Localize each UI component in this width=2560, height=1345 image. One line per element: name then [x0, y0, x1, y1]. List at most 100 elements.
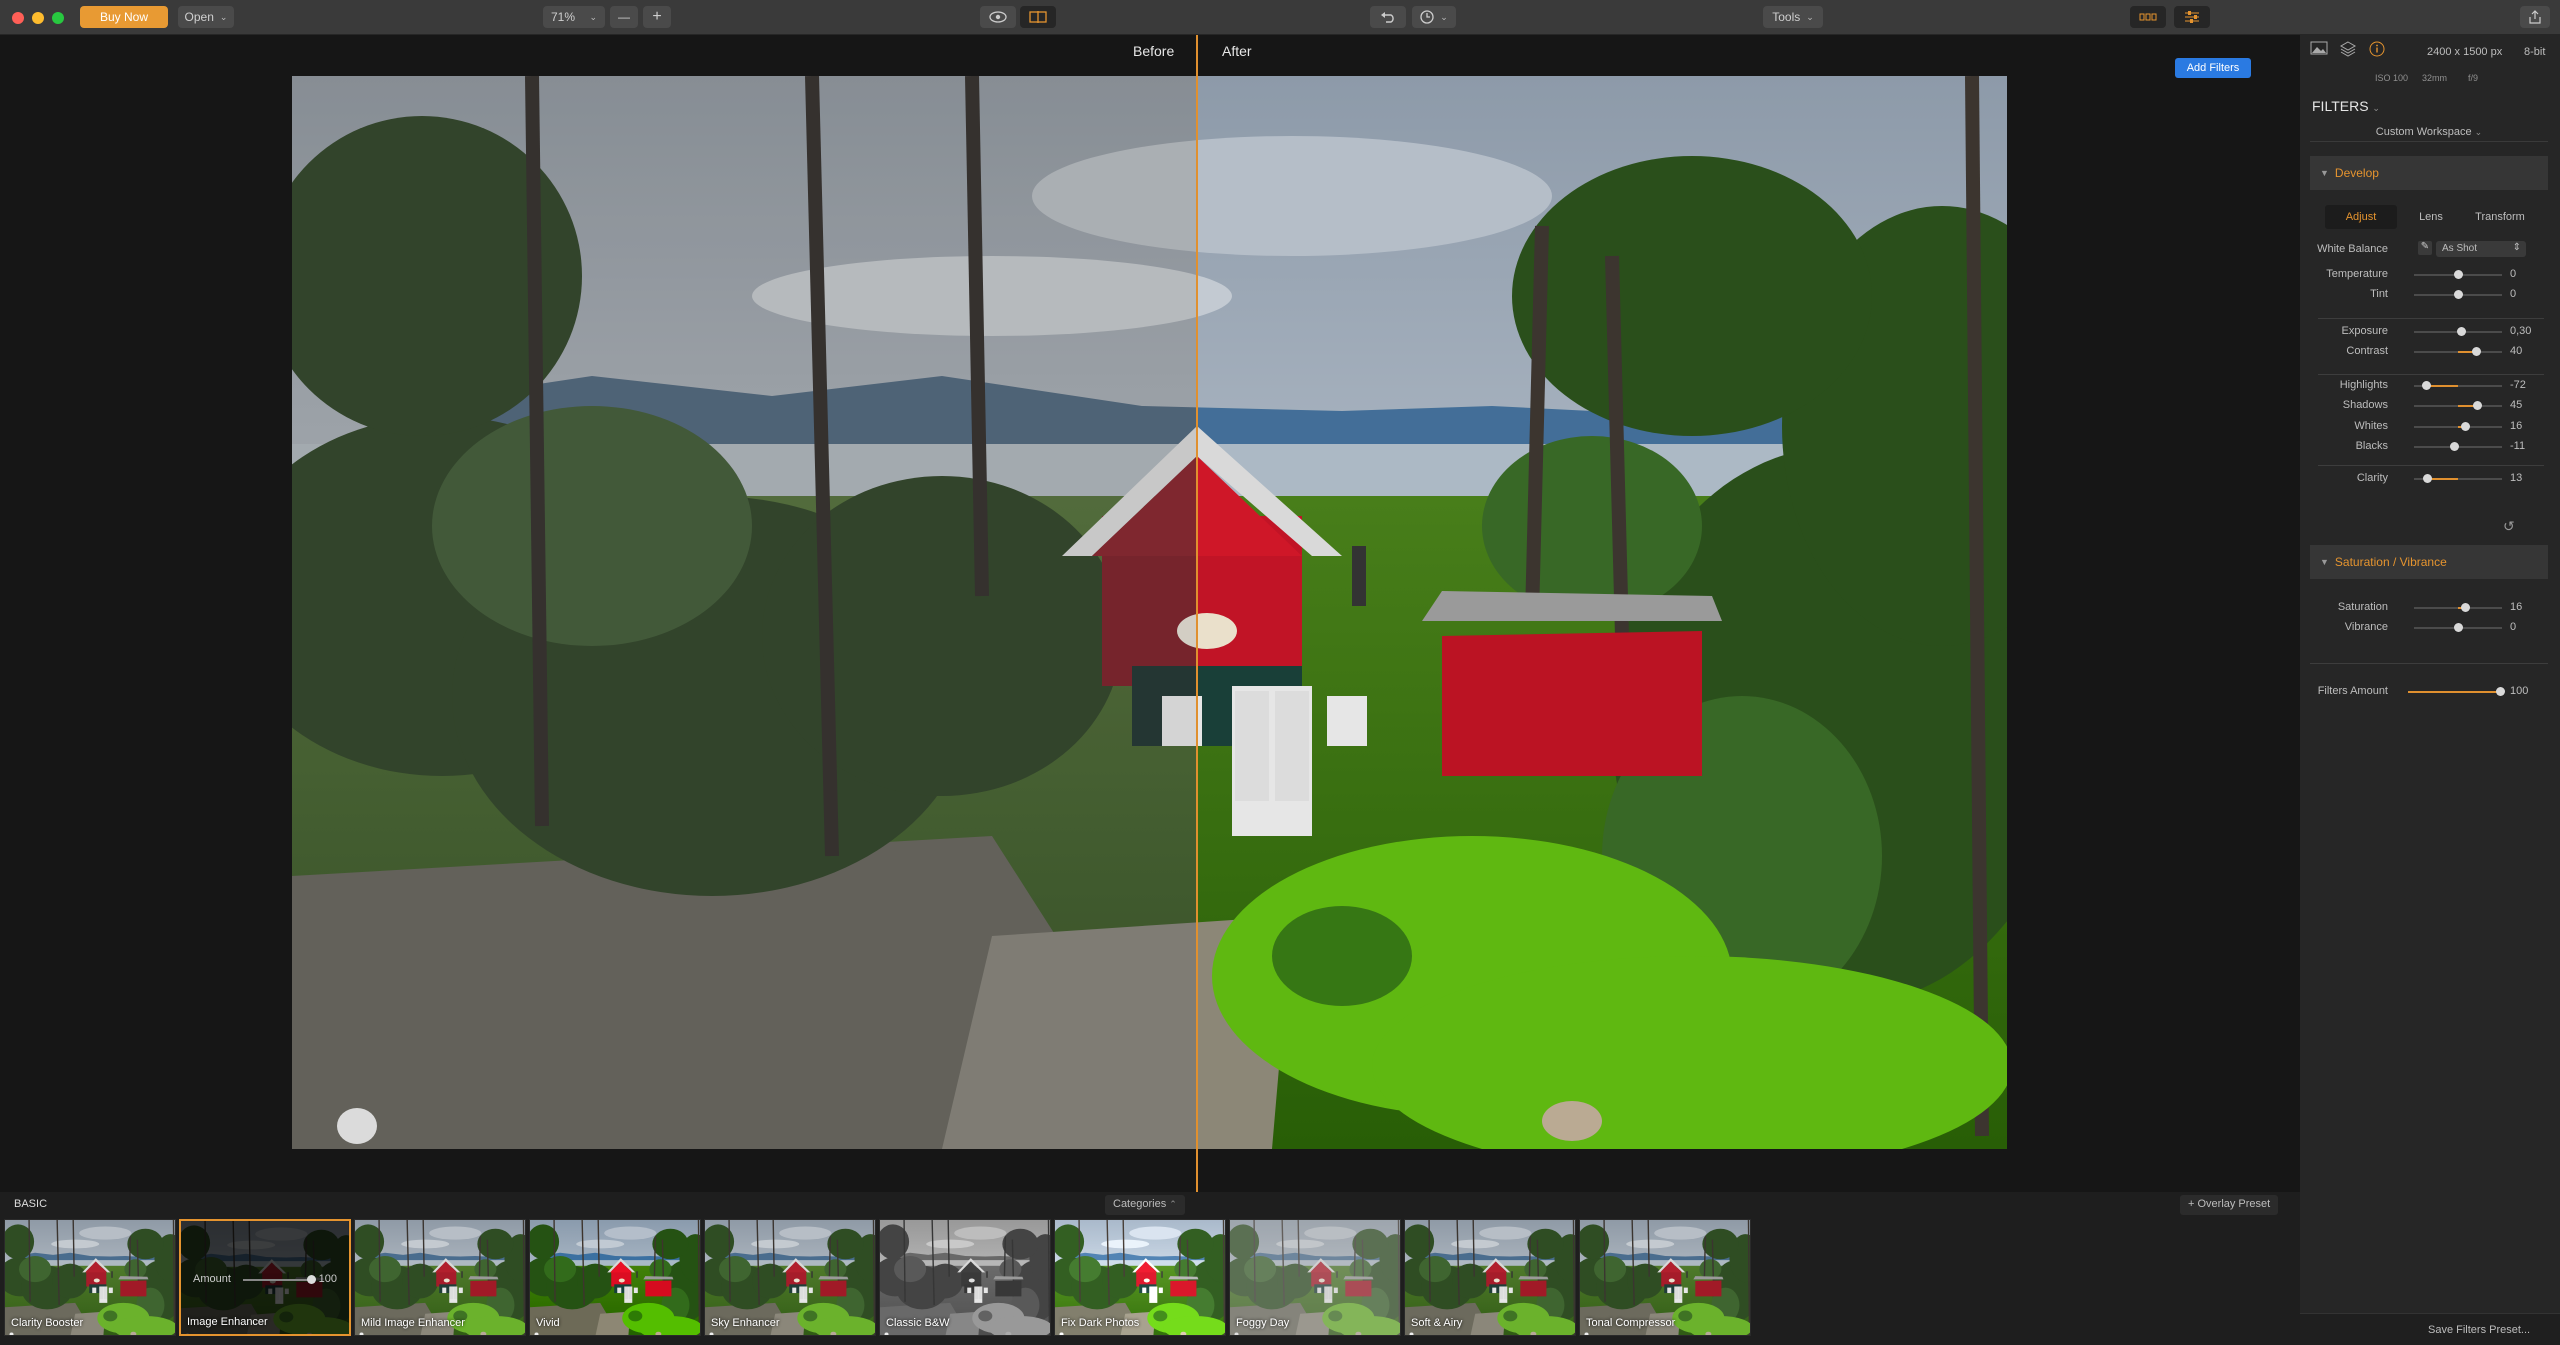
divider — [2318, 318, 2544, 319]
develop-section-header[interactable]: ▼ Develop — [2310, 156, 2548, 190]
slider-knob[interactable] — [2456, 327, 2466, 336]
tools-button[interactable]: Tools ⌄ — [1763, 6, 1823, 28]
saturation-vibrance-row[interactable]: Vibrance 0 — [2310, 619, 2548, 637]
minimize-window-icon[interactable] — [32, 12, 44, 24]
eyedropper-icon[interactable]: ✎ — [2418, 241, 2432, 255]
slider-track[interactable] — [2414, 623, 2502, 632]
iso-value: ISO 100 — [2375, 73, 2409, 83]
filters-title-text: FILTERS — [2312, 98, 2369, 114]
preset-thumbnail[interactable]: Fix Dark Photos — [1054, 1219, 1226, 1336]
preset-thumbnail[interactable]: Sky Enhancer — [704, 1219, 876, 1336]
categories-button[interactable]: Categories ⌃ — [1105, 1195, 1185, 1215]
photo — [292, 76, 2007, 1149]
overlay-preset-button[interactable]: + Overlay Preset — [2180, 1195, 2279, 1215]
develop-tint-row[interactable]: Tint 0 — [2310, 286, 2548, 304]
image-canvas[interactable]: Before After — [0, 35, 2300, 1192]
filters-amount-track[interactable] — [2408, 687, 2505, 696]
slider-track[interactable] — [2414, 401, 2502, 410]
compare-split-button[interactable] — [1020, 6, 1056, 28]
filters-amount-row[interactable]: Filters Amount 100 — [2310, 683, 2548, 701]
develop-blacks-row[interactable]: Blacks -11 — [2310, 438, 2548, 456]
image-icon[interactable] — [2308, 41, 2330, 61]
slider-track[interactable] — [2414, 347, 2502, 356]
tab-transform[interactable]: Transform — [2465, 205, 2535, 229]
share-button[interactable] — [2520, 6, 2550, 28]
saturation-section-header[interactable]: ▼ Saturation / Vibrance — [2310, 545, 2548, 579]
clock-icon — [1420, 10, 1434, 24]
add-filters-button[interactable]: Add Filters — [2175, 58, 2251, 78]
workspace-select[interactable]: Custom Workspace ⌄ — [2310, 122, 2548, 142]
zoom-window-icon[interactable] — [52, 12, 64, 24]
amount-slider-track[interactable] — [243, 1279, 313, 1281]
open-button[interactable]: Open ⌄ — [178, 6, 234, 28]
develop-highlights-row[interactable]: Highlights -72 — [2310, 377, 2548, 395]
develop-clarity-row[interactable]: Clarity 13 — [2310, 470, 2548, 488]
layers-icon[interactable] — [2337, 41, 2359, 61]
develop-temperature-row[interactable]: Temperature 0 — [2310, 266, 2548, 284]
sliders-icon — [2185, 11, 2199, 23]
divider — [2310, 663, 2548, 664]
close-window-icon[interactable] — [12, 12, 24, 24]
slider-label: Contrast — [2346, 345, 2388, 357]
develop-whites-row[interactable]: Whites 16 — [2310, 418, 2548, 436]
save-filters-preset-button[interactable]: Save Filters Preset... — [2428, 1324, 2530, 1336]
develop-exposure-row[interactable]: Exposure 0,30 — [2310, 323, 2548, 341]
slider-knob[interactable] — [2449, 442, 2459, 451]
slider-label: Exposure — [2341, 325, 2388, 337]
slider-fill — [2426, 385, 2458, 387]
reset-icon[interactable]: ↺ — [2503, 518, 2515, 535]
preset-thumbnail[interactable]: Foggy Day — [1229, 1219, 1401, 1336]
slider-track[interactable] — [2414, 381, 2502, 390]
zoom-out-button[interactable]: — — [610, 6, 638, 28]
undo-button[interactable] — [1370, 6, 1406, 28]
slider-knob[interactable] — [2471, 347, 2481, 356]
slider-knob[interactable] — [2473, 401, 2483, 410]
filters-amount-knob[interactable] — [2496, 687, 2505, 696]
slider-knob[interactable] — [2422, 381, 2432, 390]
slider-knob[interactable] — [2461, 603, 2471, 612]
slider-track[interactable] — [2414, 603, 2502, 612]
amount-slider-knob[interactable] — [307, 1275, 316, 1284]
preset-thumbnail[interactable]: Image Enhancer Amount 100 — [179, 1219, 351, 1336]
preset-thumbnail[interactable]: Mild Image Enhancer — [354, 1219, 526, 1336]
develop-shadows-row[interactable]: Shadows 45 — [2310, 397, 2548, 415]
slider-track[interactable] — [2414, 474, 2502, 483]
tab-lens[interactable]: Lens — [2397, 205, 2465, 229]
slider-value: 16 — [2510, 601, 2523, 613]
slider-knob[interactable] — [2454, 270, 2463, 279]
zoom-select[interactable]: 71% ⌄ — [543, 6, 605, 28]
slider-knob[interactable] — [2454, 623, 2463, 632]
preset-thumbnail[interactable]: Vivid — [529, 1219, 701, 1336]
preset-thumbnail[interactable]: Soft & Airy — [1404, 1219, 1576, 1336]
slider-knob[interactable] — [2461, 422, 2471, 431]
slider-label: Blacks — [2355, 440, 2388, 452]
zoom-in-button[interactable]: + — [643, 6, 671, 28]
slider-track[interactable] — [2414, 270, 2502, 279]
slider-value: 13 — [2510, 472, 2523, 484]
slider-knob[interactable] — [2454, 290, 2463, 299]
tab-adjust[interactable]: Adjust — [2325, 205, 2397, 229]
saturation-saturation-row[interactable]: Saturation 16 — [2310, 599, 2548, 617]
compare-divider-handle[interactable] — [1196, 35, 1198, 1192]
develop-contrast-row[interactable]: Contrast 40 — [2310, 343, 2548, 361]
filters-panel-toggle-button[interactable] — [2174, 6, 2210, 28]
buy-now-button[interactable]: Buy Now — [80, 6, 168, 28]
looks-toggle-button[interactable] — [2130, 6, 2166, 28]
info-icon[interactable] — [2366, 41, 2388, 61]
slider-track[interactable] — [2414, 422, 2502, 431]
preset-thumbnail[interactable]: Tonal Compressor — [1579, 1219, 1751, 1336]
workspace-value: Custom Workspace — [2375, 126, 2472, 138]
white-balance-select[interactable]: As Shot ⇕ — [2436, 241, 2526, 257]
tab-transform-label: Transform — [2475, 211, 2525, 223]
slider-knob[interactable] — [2423, 474, 2433, 483]
slider-track[interactable] — [2414, 442, 2502, 451]
divider — [2318, 465, 2544, 466]
filters-title[interactable]: FILTERS ⌄ — [2312, 98, 2380, 114]
preset-thumbnail[interactable]: Clarity Booster — [4, 1219, 176, 1336]
history-button[interactable]: ⌄ — [1412, 6, 1456, 28]
preset-thumbnail[interactable]: Classic B&W — [879, 1219, 1051, 1336]
preview-button[interactable] — [980, 6, 1016, 28]
before-label: Before — [1133, 43, 1175, 59]
slider-track[interactable] — [2414, 327, 2502, 336]
slider-track[interactable] — [2414, 290, 2502, 299]
